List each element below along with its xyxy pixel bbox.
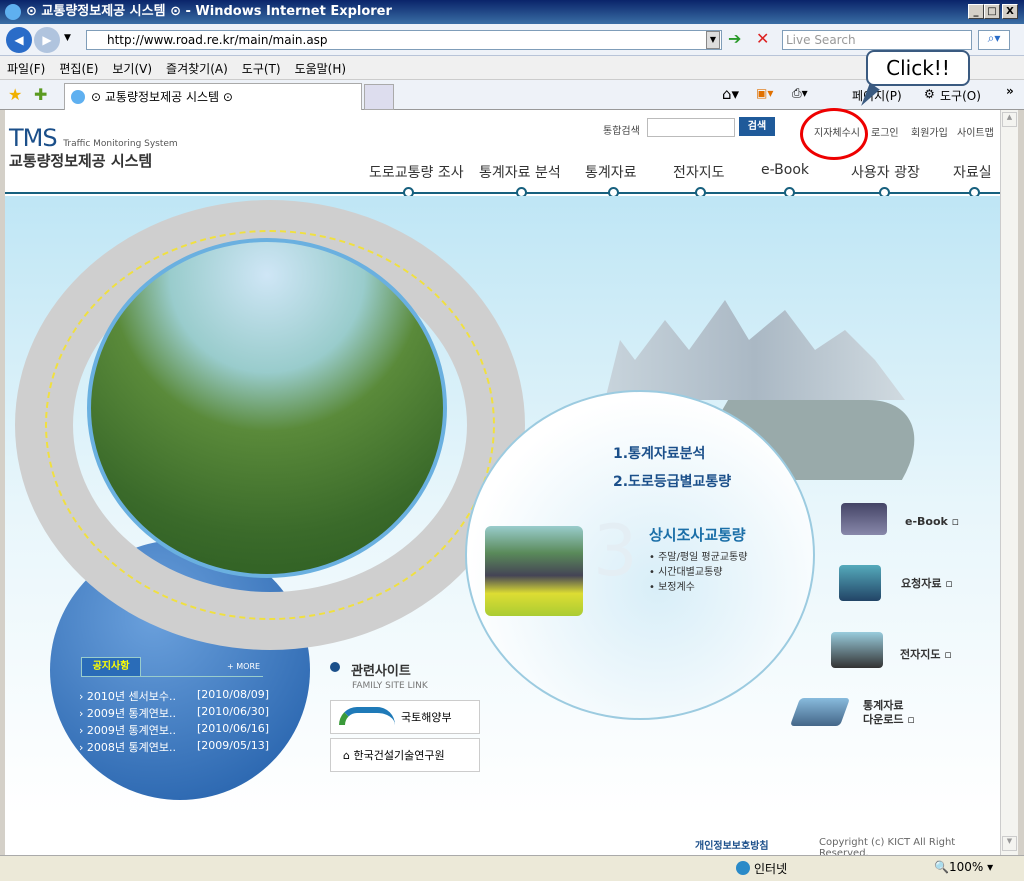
window-title: ⊙ 교통량정보제공 시스템 ⊙ - Windows Internet Explo…	[26, 4, 392, 19]
scroll-down-icon[interactable]: ▼	[1002, 836, 1017, 851]
minimize-button[interactable]: _	[968, 4, 984, 19]
request-data-icon	[839, 565, 881, 601]
promo-bullet[interactable]: • 시간대별교통량	[649, 563, 722, 578]
window-title-bar: ⊙ 교통량정보제공 시스템 ⊙ - Windows Internet Explo…	[0, 0, 1024, 24]
ebook-icon	[841, 503, 887, 535]
tab-label: ⊙ 교통량정보제공 시스템 ⊙	[91, 90, 233, 104]
notice-list: › 2010년 센서보수.. [2010/08/09] › 2009년 통계연보.…	[79, 688, 269, 756]
notice-divider	[141, 676, 263, 677]
go-icon[interactable]: ➔	[728, 29, 741, 48]
tools-menu[interactable]: 도구(O)	[940, 87, 981, 104]
print-icon[interactable]: ⎙▾	[792, 86, 808, 101]
family-site-subtitle: FAMILY SITE LINK	[352, 681, 428, 691]
menu-tools[interactable]: 도구(T)	[235, 56, 288, 81]
ie-icon	[71, 90, 85, 104]
promo-bullet[interactable]: • 주말/평일 평균교통량	[649, 548, 747, 563]
notice-item[interactable]: › 2008년 통계연보.. [2009/05/13]	[79, 739, 269, 756]
status-bar: 인터넷 🔍100% ▾	[0, 855, 1024, 881]
menu-view[interactable]: 보기(V)	[105, 56, 159, 81]
link-moltm[interactable]: 국토해양부	[330, 700, 480, 734]
quick-emap[interactable]: 전자지도 ▫	[900, 646, 952, 662]
privacy-policy-link[interactable]: 개인정보보호방침	[695, 837, 769, 852]
bullet-icon	[330, 662, 340, 672]
menu-edit[interactable]: 편집(E)	[52, 56, 105, 81]
close-button[interactable]: X	[1002, 4, 1018, 19]
home-icon[interactable]: ⌂▾	[722, 85, 739, 103]
promo-bullet[interactable]: • 보정계수	[649, 578, 695, 593]
add-favorite-icon[interactable]: ✚	[34, 85, 47, 104]
quick-request[interactable]: 요청자료 ▫	[901, 575, 953, 591]
notice-item[interactable]: › 2009년 통계연보.. [2010/06/30]	[79, 705, 269, 722]
promo-link-analysis[interactable]: 1.통계자료분석	[613, 443, 705, 463]
stop-icon[interactable]: ✕	[756, 29, 769, 48]
nav-user-plaza[interactable]: 사용자 광장	[851, 162, 920, 182]
nav-road-survey[interactable]: 도로교통량 조사	[369, 162, 464, 182]
logo-sub: Traffic Monitoring System	[63, 139, 178, 149]
scroll-up-icon[interactable]: ▲	[1002, 112, 1017, 127]
zoom-level[interactable]: 🔍100% ▾	[934, 860, 993, 874]
search-label: 통합검색	[603, 126, 640, 137]
live-search-input[interactable]: Live Search	[782, 30, 972, 50]
new-tab-button[interactable]	[364, 84, 394, 110]
browser-tab[interactable]: ⊙ 교통량정보제공 시스템 ⊙	[64, 83, 362, 110]
url-input[interactable]: http://www.road.re.kr/main/main.asp	[86, 30, 722, 50]
logo-main: TMS	[9, 124, 58, 152]
link-signup[interactable]: 회원가입	[911, 124, 948, 139]
kict-logo-icon: ⌂	[343, 749, 354, 762]
search-icon[interactable]: ⌕▾	[978, 30, 1010, 50]
back-button[interactable]: ◀	[6, 27, 32, 53]
download-icon	[789, 698, 851, 726]
mountain-photo	[87, 238, 447, 578]
logo[interactable]: TMS Traffic Monitoring System	[9, 124, 178, 152]
moltm-logo	[339, 707, 395, 725]
page-content: TMS Traffic Monitoring System 교통량정보제공 시스…	[5, 110, 1000, 855]
notice-item[interactable]: › 2009년 통계연보.. [2010/06/16]	[79, 722, 269, 739]
nav-ebook[interactable]: e-Book	[761, 162, 809, 178]
click-callout: Click!!	[866, 50, 970, 86]
quick-ebook[interactable]: e-Book ▫	[905, 515, 959, 528]
gear-icon: ⚙	[924, 87, 935, 101]
security-zone: 인터넷	[754, 862, 788, 876]
family-site-title: 관련사이트	[351, 664, 411, 679]
nav-statistics[interactable]: 통계자료	[585, 162, 637, 182]
globe-icon	[736, 861, 750, 875]
promo-number: 3	[593, 510, 638, 592]
emap-icon	[831, 632, 883, 668]
nav-archive[interactable]: 자료실	[953, 162, 992, 182]
road-photo	[485, 526, 583, 616]
site-search-button[interactable]: 검색	[739, 117, 775, 136]
link-login[interactable]: 로그인	[871, 124, 899, 139]
promo-title[interactable]: 상시조사교통량	[649, 524, 746, 545]
notice-more-link[interactable]: + MORE	[227, 662, 260, 671]
highlight-circle	[800, 108, 868, 160]
maximize-button[interactable]: □	[984, 4, 1000, 19]
url-dropdown-icon[interactable]: ▼	[706, 31, 720, 49]
nav-stat-analysis[interactable]: 통계자료 분석	[479, 162, 561, 182]
nav-line	[5, 192, 1000, 194]
more-chevron-icon[interactable]: »	[1006, 84, 1014, 98]
menu-favorites[interactable]: 즐겨찾기(A)	[159, 56, 235, 81]
link-kict[interactable]: ⌂ 한국건설기술연구원	[330, 738, 480, 772]
promo-link-road-class[interactable]: 2.도로등급별교통량	[613, 471, 731, 491]
quick-download[interactable]: 통계자료 다운로드 ▫	[863, 699, 915, 727]
nav-emap[interactable]: 전자지도	[673, 162, 725, 182]
history-dropdown-icon[interactable]: ▼	[64, 33, 71, 43]
favorites-star-icon[interactable]: ★	[8, 85, 22, 104]
rss-icon[interactable]: ▣▾	[756, 86, 773, 100]
notice-item[interactable]: › 2010년 센서보수.. [2010/08/09]	[79, 688, 269, 705]
ie-icon	[5, 4, 21, 20]
notice-tab[interactable]: 공지사항	[81, 657, 141, 677]
menu-file[interactable]: 파일(F)	[0, 56, 52, 81]
link-sitemap[interactable]: 사이트맵	[957, 124, 994, 139]
copyright: Copyright (c) KICT All Right Reserved.	[819, 837, 956, 855]
logo-korean: 교통량정보제공 시스템	[9, 152, 153, 170]
menu-help[interactable]: 도움말(H)	[288, 56, 354, 81]
site-search-input[interactable]	[647, 118, 735, 137]
forward-button[interactable]: ▶	[34, 27, 60, 53]
vertical-scrollbar[interactable]: ▲ ▼	[1000, 110, 1018, 855]
